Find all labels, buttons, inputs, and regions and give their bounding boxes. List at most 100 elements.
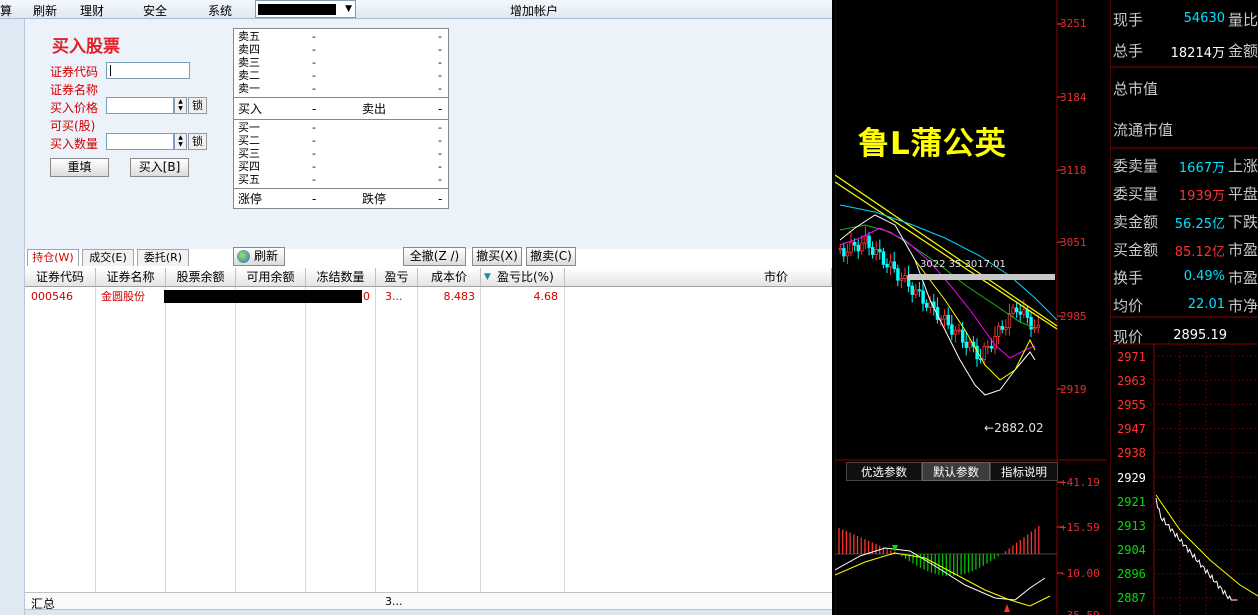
candle-body bbox=[921, 290, 925, 304]
cell-pnl-pct: 4.68 bbox=[533, 290, 559, 303]
value-sell-volume: 1667万 bbox=[1178, 161, 1225, 176]
spin-down-icon[interactable]: ▼ bbox=[175, 105, 186, 112]
col-header-cost[interactable]: 成本价 bbox=[418, 268, 481, 287]
y-tick: 2985 bbox=[1060, 310, 1087, 323]
col-divider bbox=[480, 287, 481, 612]
candle-body bbox=[950, 324, 954, 335]
col-header-available[interactable]: 可用余额 bbox=[236, 268, 306, 287]
quantity-input[interactable] bbox=[106, 133, 174, 150]
price-lock-button[interactable]: 锁 bbox=[188, 97, 207, 114]
col-divider bbox=[95, 287, 96, 612]
menu-item-finance[interactable]: 理财 bbox=[80, 2, 104, 19]
menu-item-system[interactable]: 系统 bbox=[208, 2, 232, 19]
quote-limit-row: 涨停 - 跌停 - bbox=[238, 192, 443, 206]
col-header-code[interactable]: 证券代码 bbox=[25, 268, 96, 287]
value-avg-price: 22.01 bbox=[1187, 297, 1225, 312]
price-spinner[interactable]: ▲ ▼ bbox=[174, 97, 187, 114]
quantity-lock-button[interactable]: 锁 bbox=[188, 133, 207, 150]
minute-tick: 2947 bbox=[1117, 422, 1146, 436]
text-caret bbox=[110, 65, 111, 76]
spin-up-icon[interactable]: ▲ bbox=[175, 98, 186, 105]
label-current-price: 现价 bbox=[1113, 328, 1144, 346]
refresh-icon bbox=[237, 250, 250, 263]
reset-button[interactable]: 重填 bbox=[50, 158, 109, 177]
minute-avg-line bbox=[1155, 494, 1258, 597]
quote-row-buy3: 买三 - - bbox=[238, 147, 442, 160]
menu-item-security[interactable]: 安全 bbox=[143, 2, 167, 19]
col-header-pnl[interactable]: 盈亏 bbox=[376, 268, 418, 287]
macd-panel bbox=[835, 526, 1057, 612]
candle-body bbox=[996, 325, 1001, 337]
price-input[interactable] bbox=[106, 97, 174, 114]
candle-body bbox=[968, 341, 972, 348]
candle-body bbox=[896, 268, 900, 281]
spin-up-icon[interactable]: ▲ bbox=[175, 134, 186, 141]
label-falling: 下跌 bbox=[1228, 213, 1258, 231]
tab-orders[interactable]: 委托(R) bbox=[137, 249, 189, 266]
minute-tick: 2971 bbox=[1117, 350, 1146, 364]
quantity-spinner[interactable]: ▲ ▼ bbox=[174, 133, 187, 150]
divider bbox=[234, 97, 448, 98]
buy-button[interactable]: 买入[B] bbox=[130, 158, 189, 177]
label-total-market-value: 总市值 bbox=[1113, 80, 1159, 98]
holdings-table: 证券代码 证券名称 股票余额 可用余额 冻结数量 盈亏 成本价 ▼ 盈亏比(%)… bbox=[25, 268, 832, 615]
label-pe: 市盈 bbox=[1228, 241, 1258, 259]
quote-row-sell4: 卖四 - - bbox=[238, 43, 442, 56]
code-input[interactable] bbox=[106, 62, 190, 79]
candle-body bbox=[953, 329, 958, 335]
cancel-buy-button[interactable]: 撤买(X) bbox=[472, 247, 522, 266]
menu-item-refresh[interactable]: 刷新 bbox=[33, 2, 57, 19]
col-divider bbox=[235, 287, 236, 612]
candle-body bbox=[845, 251, 850, 257]
col-header-price[interactable]: 市价 bbox=[565, 268, 832, 287]
candle-body bbox=[1004, 326, 1008, 330]
chevron-down-icon[interactable]: ▼ bbox=[345, 4, 352, 14]
quote-row-buy4: 买四 - - bbox=[238, 160, 442, 173]
cancel-sell-button[interactable]: 撤卖(C) bbox=[526, 247, 576, 266]
label-pb: 市净 bbox=[1228, 297, 1258, 315]
code-label: 证券代码 bbox=[50, 65, 99, 79]
col-header-balance[interactable]: 股票余额 bbox=[166, 268, 236, 287]
col-divider bbox=[305, 287, 306, 612]
account-redaction bbox=[258, 4, 336, 15]
candle-body bbox=[878, 249, 882, 253]
redaction-bar bbox=[164, 290, 362, 303]
tab-indicator-help[interactable]: 指标说明 bbox=[990, 462, 1058, 481]
cancel-all-button[interactable]: 全撤(Z /) bbox=[403, 247, 466, 266]
spin-down-icon[interactable]: ▼ bbox=[175, 141, 186, 148]
summary-pnl: 3... bbox=[385, 595, 403, 608]
divider bbox=[234, 188, 448, 189]
col-header-pnl-pct[interactable]: ▼ 盈亏比(%) bbox=[481, 268, 565, 287]
candle-body bbox=[863, 235, 868, 244]
tab-holdings[interactable]: 持仓(W) bbox=[27, 249, 79, 266]
label-buy-volume: 委买量 bbox=[1113, 185, 1159, 203]
candle-body bbox=[1011, 307, 1015, 314]
label-total-hand: 总手 bbox=[1113, 42, 1144, 60]
refresh-button[interactable]: 刷新 bbox=[233, 247, 285, 266]
candle-body bbox=[989, 345, 994, 349]
label-pe-2: 市盈 bbox=[1228, 269, 1258, 287]
tab-optimized-params[interactable]: 优选参数 bbox=[846, 462, 922, 481]
label-current-hand: 现手 bbox=[1113, 11, 1144, 29]
add-account-button[interactable]: 增加帐户 bbox=[510, 2, 558, 19]
candle-body bbox=[961, 329, 965, 343]
account-select[interactable]: 5 ▼ bbox=[255, 0, 356, 18]
ma-label-bar bbox=[908, 274, 1055, 280]
quote-row-buy2: 买二 - - bbox=[238, 134, 442, 147]
horizontal-scrollbar[interactable] bbox=[25, 609, 832, 615]
indicator-tick: -10.00 bbox=[1060, 567, 1100, 580]
left-strip bbox=[0, 19, 25, 615]
minute-tick: 2913 bbox=[1117, 519, 1146, 533]
candle-body bbox=[1014, 307, 1019, 313]
tab-trades[interactable]: 成交(E) bbox=[82, 249, 134, 266]
candle-body bbox=[914, 289, 918, 295]
menu-item-calc[interactable]: 算 bbox=[0, 2, 12, 19]
quote-row-sell2: 卖二 - - bbox=[238, 69, 442, 82]
col-header-frozen[interactable]: 冻结数量 bbox=[306, 268, 376, 287]
dif-line bbox=[835, 547, 1046, 601]
candle-body bbox=[856, 244, 860, 252]
col-header-name[interactable]: 证券名称 bbox=[96, 268, 166, 287]
quote-row-sell1: 卖一 - - bbox=[238, 82, 442, 95]
candle-body bbox=[957, 329, 961, 332]
tab-default-params[interactable]: 默认参数 bbox=[922, 462, 990, 481]
